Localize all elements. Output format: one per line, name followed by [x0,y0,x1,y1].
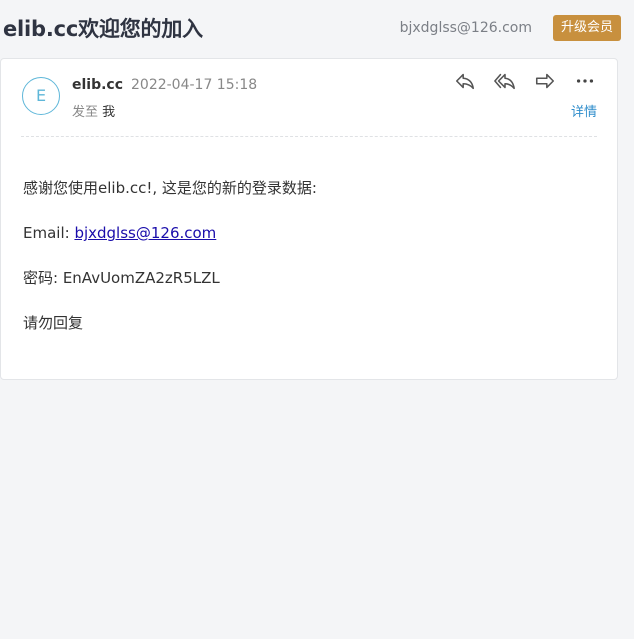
reply-all-icon [494,73,515,90]
password-line: 密码: EnAvUomZA2zR5LZL [23,269,220,287]
mail-subject: elib.cc欢迎您的加入 [3,17,203,41]
mail-card: E elib.cc 2022-04-17 15:18 发至 我 详情 感谢您使用… [0,58,618,380]
details-link[interactable]: 详情 [571,101,597,120]
email-label: Email: [23,224,75,242]
more-icon [576,79,594,83]
forward-button[interactable] [533,69,557,93]
sender-name[interactable]: elib.cc [72,77,123,93]
more-button[interactable] [573,69,597,93]
mail-time: 2022-04-17 15:18 [131,77,258,93]
reply-icon [455,73,475,90]
greeting-text: 感谢您使用elib.cc!, 这是您的新的登录数据: [23,179,317,197]
account-email[interactable]: bjxdglss@126.com [400,20,532,36]
mail-body: 感谢您使用elib.cc!, 这是您的新的登录数据: Email: bjxdgl… [23,177,583,357]
reply-all-button[interactable] [493,69,517,93]
mail-header: elib.cc欢迎您的加入 bjxdglss@126.com 升级会员 [0,0,634,58]
forward-icon [535,73,555,89]
email-link[interactable]: bjxdglss@126.com [74,224,216,242]
email-line: Email: bjxdglss@126.com [23,222,583,244]
upgrade-membership-button[interactable]: 升级会员 [552,15,621,41]
recipient-line: 发至 我 [72,101,115,120]
recipient-label: 发至 [72,105,99,120]
recipient-value[interactable]: 我 [102,105,115,120]
mail-toolbar [453,69,597,93]
reply-button[interactable] [453,69,477,93]
sender-avatar[interactable]: E [22,77,60,115]
header-divider [21,136,597,137]
no-reply-text: 请勿回复 [23,314,84,332]
